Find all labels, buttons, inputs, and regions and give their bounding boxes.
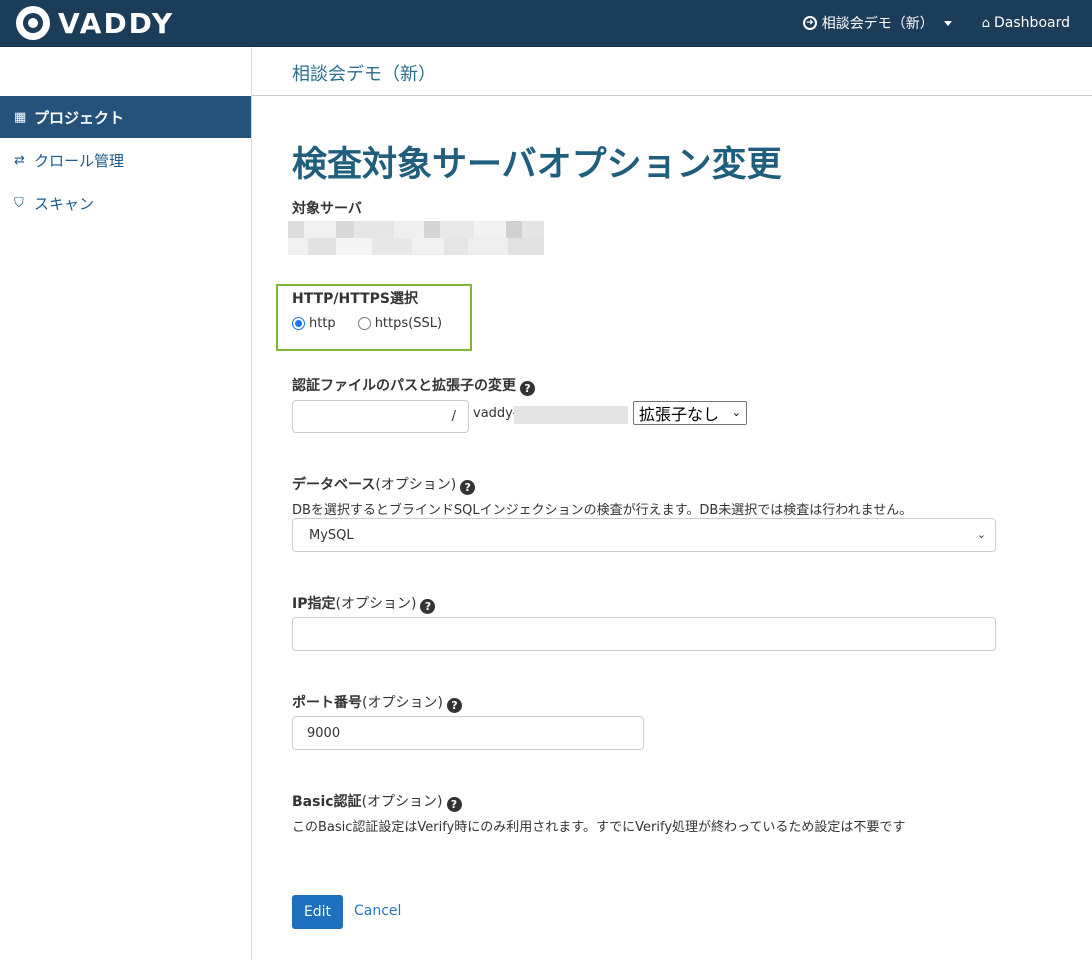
- port-label: ポート番号(オプション)?: [292, 692, 462, 713]
- database-label: データベース(オプション)?: [292, 474, 476, 495]
- auth-file-label-text: 認証ファイルのパスと拡張子の変更: [292, 378, 516, 394]
- https-radio-label[interactable]: https(SSL): [375, 316, 442, 331]
- building-icon: ▦: [14, 109, 27, 125]
- help-icon[interactable]: ?: [446, 797, 462, 812]
- help-icon[interactable]: ?: [460, 480, 476, 495]
- ip-label-main: IP指定: [292, 596, 336, 612]
- http-radio-label[interactable]: http: [309, 316, 336, 331]
- database-select[interactable]: MySQL ⌄: [292, 518, 996, 552]
- sidebar-item-label: スキャン: [34, 194, 95, 213]
- target-server-value-redacted: [288, 221, 544, 255]
- extension-select[interactable]: 拡張子なし ⌄: [633, 401, 747, 425]
- https-radio[interactable]: [357, 317, 371, 330]
- top-navbar: VADDY ➜ 相談会デモ（新） ⌂ Dashboard: [0, 0, 1092, 47]
- project-dropdown-label: 相談会デモ（新）: [821, 16, 934, 32]
- port-input[interactable]: 9000: [292, 716, 644, 750]
- caret-down-icon: [943, 20, 952, 26]
- dashboard-link[interactable]: ⌂ Dashboard: [982, 15, 1070, 31]
- cancel-link[interactable]: Cancel: [354, 903, 401, 919]
- database-selected-value: MySQL: [309, 527, 354, 543]
- help-icon[interactable]: ?: [420, 599, 436, 614]
- project-dropdown[interactable]: ➜ 相談会デモ（新）: [802, 13, 952, 33]
- sidebar-item-scan[interactable]: ⛉ スキャン: [0, 182, 251, 224]
- page-title: 検査対象サーバオプション変更: [292, 145, 782, 185]
- project-header: 相談会デモ（新）: [252, 47, 1092, 96]
- sidebar-item-project[interactable]: ▦ プロジェクト: [0, 96, 251, 138]
- auth-file-label: 認証ファイルのパスと拡張子の変更?: [292, 375, 535, 396]
- logo-text: VADDY: [58, 6, 175, 40]
- database-label-main: データベース: [292, 477, 376, 493]
- help-icon[interactable]: ?: [446, 698, 462, 713]
- database-label-optional: (オプション): [375, 477, 457, 493]
- ip-label-optional: (オプション): [335, 596, 417, 612]
- auth-file-name-redacted: [514, 406, 628, 424]
- protocol-radio-group: http https(SSL): [292, 316, 464, 331]
- vaddy-logo-icon: [16, 6, 50, 40]
- edit-button[interactable]: Edit: [292, 895, 343, 929]
- port-label-main: ポート番号: [292, 695, 362, 711]
- chevron-down-icon: ⌄: [976, 528, 986, 541]
- port-label-optional: (オプション): [362, 695, 443, 711]
- project-name: 相談会デモ（新）: [292, 64, 436, 85]
- http-radio[interactable]: [292, 317, 305, 330]
- vaddy-prefix: vaddy-: [473, 406, 518, 421]
- basic-auth-description: このBasic認証設定はVerify時にのみ利用されます。すでにVerify処理…: [292, 820, 906, 835]
- extension-selected-value: 拡張子なし: [639, 405, 720, 424]
- circle-arrow-icon: ➜: [802, 16, 817, 30]
- help-icon[interactable]: ?: [520, 381, 535, 396]
- port-input-value: 9000: [307, 725, 341, 741]
- dashboard-label: Dashboard: [994, 15, 1070, 31]
- chevron-down-icon: ⌄: [731, 406, 741, 419]
- vaddy-logo[interactable]: VADDY: [16, 6, 174, 40]
- database-description: DBを選択するとブラインドSQLインジェクションの検査が行えます。DB未選択では…: [292, 503, 913, 518]
- auth-file-path-input[interactable]: /: [292, 400, 469, 433]
- sidebar-item-label: プロジェクト: [34, 108, 125, 127]
- sidebar-item-crawl[interactable]: ⇄ クロール管理: [0, 139, 251, 181]
- home-icon: ⌂: [981, 15, 991, 31]
- shield-icon: ⛉: [14, 195, 24, 211]
- protocol-label: HTTP/HTTPS選択: [292, 291, 418, 307]
- target-server-label: 対象サーバ: [292, 201, 362, 217]
- ip-input[interactable]: [292, 617, 996, 651]
- basic-auth-label-optional: (オプション): [361, 794, 443, 810]
- basic-auth-label: Basic認証(オプション)?: [292, 791, 462, 812]
- path-slash: /: [451, 409, 456, 424]
- basic-auth-label-main: Basic認証: [292, 794, 362, 810]
- ip-label: IP指定(オプション)?: [292, 593, 436, 614]
- exchange-icon: ⇄: [14, 152, 25, 168]
- sidebar: ▦ プロジェクト ⇄ クロール管理 ⛉ スキャン: [0, 47, 252, 960]
- sidebar-item-label: クロール管理: [34, 151, 125, 170]
